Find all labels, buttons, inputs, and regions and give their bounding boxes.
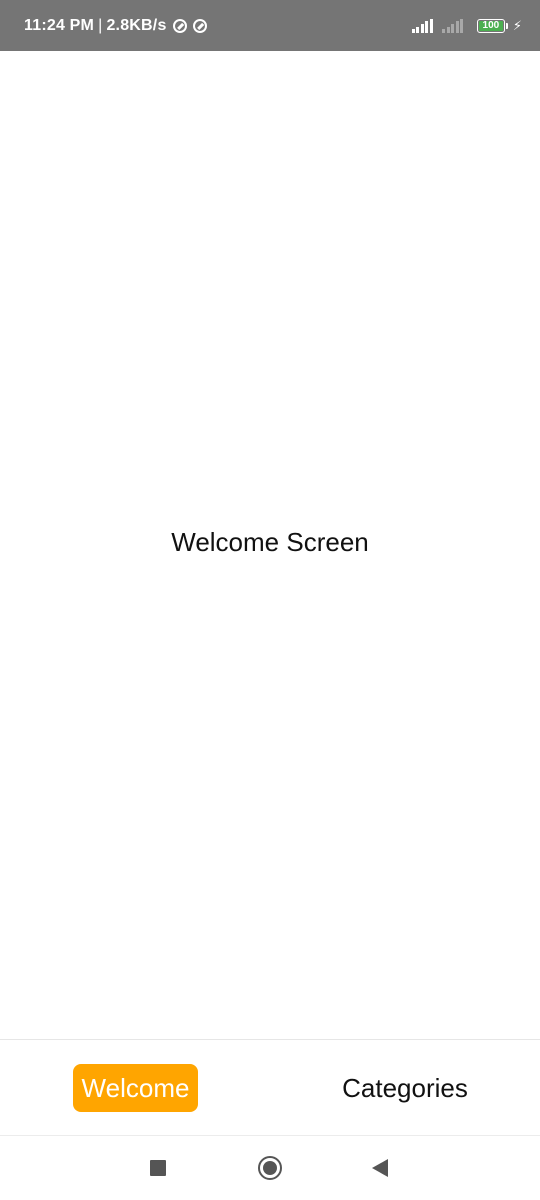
battery-icon: 100: [476, 18, 505, 33]
tab-categories-label: Categories: [342, 1072, 468, 1103]
status-separator: |: [98, 16, 103, 34]
app-screen: 11:24 PM | 2.8KB/s 100 ⚡ Welcome Screen …: [0, 0, 540, 1200]
status-time: 11:24 PM: [24, 16, 95, 34]
screen-title: Welcome Screen: [171, 526, 369, 557]
tab-welcome[interactable]: Welcome: [73, 1064, 198, 1112]
status-left: 11:24 PM | 2.8KB/s: [24, 0, 207, 51]
status-right: 100 ⚡: [411, 0, 522, 51]
battery-tip: [505, 22, 508, 29]
data-saver-icon: [172, 18, 187, 33]
signal-empty-icon: [442, 18, 465, 33]
status-bar: 11:24 PM | 2.8KB/s 100 ⚡: [0, 0, 540, 51]
home-icon: [258, 1156, 282, 1180]
main-content: Welcome Screen: [0, 51, 540, 1039]
back-icon: [372, 1159, 388, 1177]
home-button[interactable]: [240, 1136, 300, 1200]
recent-apps-button[interactable]: [128, 1136, 188, 1200]
back-button[interactable]: [350, 1136, 410, 1200]
tab-welcome-label: Welcome: [81, 1072, 190, 1103]
recent-apps-icon: [150, 1160, 166, 1176]
signal-icon: [411, 18, 435, 33]
system-nav-bar: [0, 1135, 540, 1200]
charging-bolt-icon: ⚡: [512, 17, 522, 33]
data-saver-icon: [192, 18, 207, 33]
tab-categories[interactable]: Categories: [332, 1064, 478, 1112]
bottom-tab-bar: Welcome Categories: [0, 1039, 540, 1135]
network-speed: 2.8KB/s: [106, 16, 167, 34]
battery-level: 100: [482, 19, 500, 31]
